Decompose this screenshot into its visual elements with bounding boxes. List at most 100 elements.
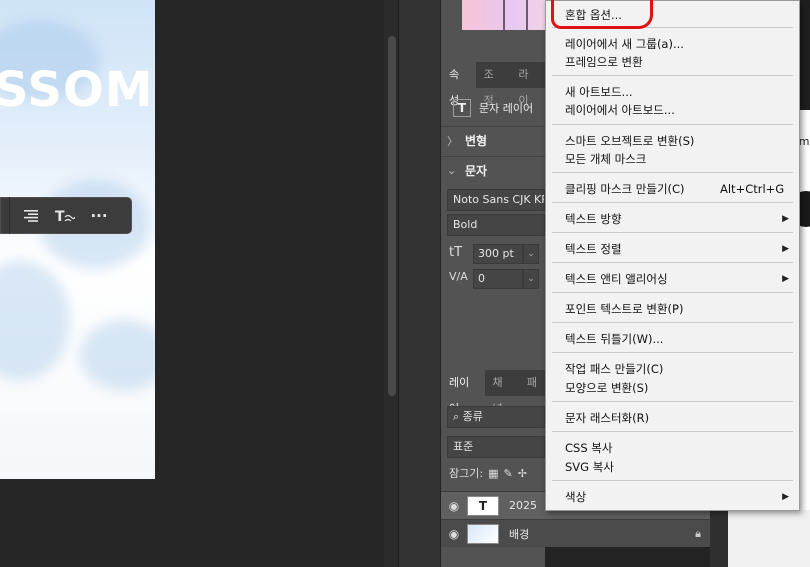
lock-icon: 🔒︎ <box>695 526 701 540</box>
chevron-down-icon: ⌄ <box>447 164 457 177</box>
tab-libraries[interactable]: 라이 <box>510 62 545 107</box>
menu-separator <box>552 75 793 76</box>
layer-context-menu: 혼합 옵션... 레이어에서 새 그룹(a)... 프레임으로 변환새 아트보드..… <box>545 0 800 511</box>
menu-item[interactable]: 작업 패스 만들기(C) <box>546 360 799 378</box>
menu-separator <box>552 172 793 173</box>
tracking-icon: V/A <box>449 270 468 283</box>
character-section-label: 문자 <box>465 164 488 178</box>
layers-tabbar: 레이어 채널 패 <box>441 370 545 415</box>
more-options-icon[interactable]: ··· <box>86 206 112 226</box>
visibility-eye-icon[interactable]: ◉ <box>441 499 467 513</box>
menu-item-label: 스마트 오브젝트로 변환(S) <box>565 134 695 148</box>
menu-separator <box>552 202 793 203</box>
menu-item-label: SVG 복사 <box>565 460 614 474</box>
menu-separator <box>552 352 793 353</box>
tab-properties[interactable]: 속성 <box>441 62 476 107</box>
align-right-icon[interactable] <box>18 206 44 226</box>
menu-item[interactable]: 텍스트 정렬 ▶ <box>546 240 799 258</box>
menu-item-label: 혼합 옵션... <box>565 8 622 22</box>
tracking-dropdown-icon[interactable]: ⌄ <box>523 269 539 289</box>
menu-item-label: CSS 복사 <box>565 441 613 455</box>
menu-separator <box>552 322 793 323</box>
menu-item-label: 모든 개체 마스크 <box>565 152 647 166</box>
tracking-field[interactable]: 0 <box>473 269 523 289</box>
lock-position-icon[interactable]: ✢ <box>518 467 527 480</box>
svg-text:T: T <box>55 209 65 224</box>
menu-separator <box>552 401 793 402</box>
visibility-eye-icon[interactable]: ◉ <box>441 527 467 541</box>
layer-row[interactable]: ◉ 배경 🔒︎ <box>441 519 710 547</box>
font-size-dropdown-icon[interactable]: ⌄ <box>523 244 539 264</box>
menu-item[interactable]: 텍스트 앤티 앨리어싱 ▶ <box>546 270 799 288</box>
menu-separator <box>552 431 793 432</box>
toolbar-divider <box>9 197 10 234</box>
menu-item[interactable]: 클리핑 마스크 만들기(C) Alt+Ctrl+G <box>546 180 799 198</box>
menu-item[interactable]: 포인트 텍스트로 변환(P) <box>546 300 799 318</box>
menu-item[interactable]: CSS 복사 <box>546 439 799 457</box>
menu-item-label: 포인트 텍스트로 변환(P) <box>565 302 684 316</box>
menu-separator <box>552 262 793 263</box>
image-layer-thumb <box>467 523 499 544</box>
tab-layers[interactable]: 레이어 <box>441 370 485 415</box>
panel-dock-strip <box>398 0 440 567</box>
text-warp-icon[interactable]: T <box>52 206 78 226</box>
menu-item[interactable]: 모든 개체 마스크 <box>546 150 799 168</box>
menu-item[interactable]: 혼합 옵션... <box>546 6 799 24</box>
submenu-arrow-icon: ▶ <box>782 244 789 254</box>
menu-item[interactable]: 레이어에서 새 그룹(a)... <box>546 35 799 53</box>
menu-item-label: 모양으로 변환(S) <box>565 381 649 395</box>
tab-channels[interactable]: 채널 <box>485 370 519 415</box>
menu-item[interactable]: 새 아트보드... <box>546 83 799 101</box>
tab-adjustments[interactable]: 조정 <box>476 62 511 107</box>
menu-item-label: 텍스트 앤티 앨리어싱 <box>565 272 668 286</box>
lock-row: 잠그기: ▦ ✎ ✢ <box>449 464 545 482</box>
menu-item-label: 텍스트 방향 <box>565 212 622 226</box>
layer-filter-label: 종류 <box>462 410 483 423</box>
menu-separator <box>552 480 793 481</box>
menu-item[interactable]: 프레임으로 변환 <box>546 53 799 71</box>
menu-item-shortcut: Alt+Ctrl+G <box>720 182 785 196</box>
menu-item[interactable]: 모양으로 변환(S) <box>546 379 799 397</box>
layer-type-row: T 문자 레이어 <box>441 96 545 120</box>
transform-section[interactable]: 〉 변형 <box>441 126 545 154</box>
artboard-headline: SSOM <box>0 62 154 118</box>
menu-item-label: 프레임으로 변환 <box>565 55 643 69</box>
properties-tabbar: 속성 조정 라이 <box>441 62 545 107</box>
vertical-scrollbar[interactable] <box>384 0 398 567</box>
blend-mode-select[interactable]: 표준 <box>447 436 545 458</box>
submenu-arrow-icon: ▶ <box>782 214 789 224</box>
layer-name[interactable]: 배경 <box>509 526 686 542</box>
menu-item[interactable]: 문자 래스터화(R) <box>546 409 799 427</box>
menu-item[interactable]: SVG 복사 <box>546 458 799 476</box>
chevron-right-icon: 〉 <box>447 134 458 148</box>
transform-section-label: 변형 <box>465 134 488 148</box>
lock-paint-icon[interactable]: ✎ <box>503 467 512 480</box>
menu-item-label: 텍스트 정렬 <box>565 242 622 256</box>
menu-item[interactable]: 색상 ▶ <box>546 488 799 506</box>
scrollbar-thumb[interactable] <box>388 36 396 396</box>
menu-item[interactable]: 레이어에서 아트보드... <box>546 101 799 119</box>
font-style-select[interactable]: Bold <box>447 214 545 236</box>
menu-item-label: 색상 <box>565 490 587 504</box>
tab-paths[interactable]: 패 <box>519 370 545 396</box>
menu-separator <box>552 292 793 293</box>
menu-separator <box>552 232 793 233</box>
menu-item[interactable]: 스마트 오브젝트로 변환(S) <box>546 132 799 150</box>
contextual-text-toolbar: T ··· <box>0 197 132 234</box>
lock-transparent-icon[interactable]: ▦ <box>488 467 498 480</box>
layer-filter-field[interactable]: ⌕ 종류 <box>447 406 545 428</box>
menu-item-label: 작업 패스 만들기(C) <box>565 362 664 376</box>
font-size-icon: tT <box>449 245 463 260</box>
artboard[interactable]: SSOM <box>0 0 155 479</box>
menu-item[interactable]: 텍스트 방향 ▶ <box>546 210 799 228</box>
submenu-arrow-icon: ▶ <box>782 492 789 502</box>
character-section[interactable]: ⌄ 문자 <box>441 156 545 184</box>
font-size-field[interactable]: 300 pt <box>473 244 523 264</box>
submenu-arrow-icon: ▶ <box>782 274 789 284</box>
swatch-preview <box>462 0 546 30</box>
menu-item[interactable]: 텍스트 뒤틀기(W)... <box>546 330 799 348</box>
font-family-select[interactable]: Noto Sans CJK KR <box>447 189 545 211</box>
menu-item-label: 텍스트 뒤틀기(W)... <box>565 332 664 346</box>
menu-separator <box>552 27 793 28</box>
layer-type-label: 문자 레이어 <box>479 102 534 115</box>
